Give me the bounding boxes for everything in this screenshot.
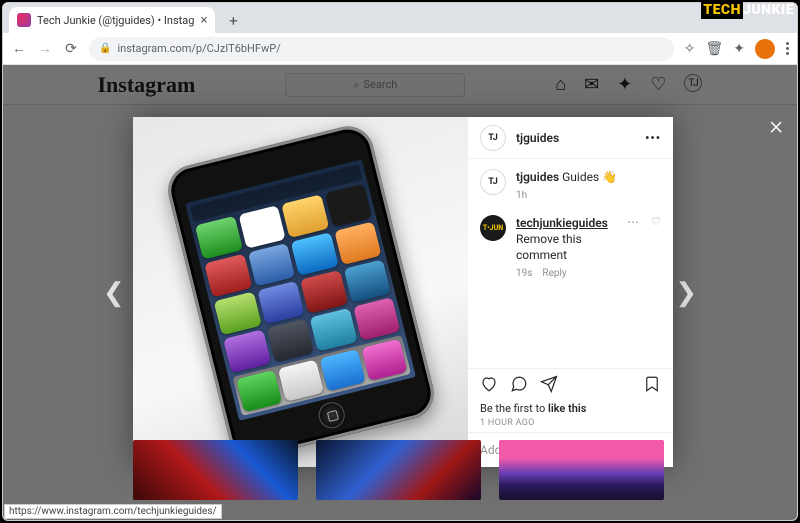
commenter-avatar[interactable]: T•JUN	[480, 215, 506, 241]
grid-thumbnail[interactable]	[499, 440, 664, 500]
profile-thumbnails	[133, 440, 664, 500]
post-header: TJ tjguides •••	[468, 117, 673, 159]
comment-row: T•JUN techjunkieguides Remove this comme…	[480, 215, 661, 281]
reload-button[interactable]: ⟳	[63, 41, 79, 57]
author-username[interactable]: tjguides	[516, 131, 559, 145]
post-lightbox: TJ tjguides ••• TJ tjguides Guides 👋 1h	[133, 117, 673, 467]
share-icon[interactable]	[540, 375, 558, 398]
post-sidebar: TJ tjguides ••• TJ tjguides Guides 👋 1h	[468, 117, 673, 467]
caption-time: 1h	[516, 189, 527, 203]
comment-time: 19s	[516, 267, 532, 281]
url-input[interactable]: 🔒 instagram.com/p/CJzIT6bHFwP/	[89, 37, 674, 61]
watermark-logo: TECHJUNKIE	[701, 2, 794, 18]
trash-extension-icon[interactable]: 🗑	[705, 41, 723, 57]
lock-icon: 🔒	[99, 43, 111, 54]
comment-text: Remove this comment	[516, 232, 582, 262]
post-image	[133, 117, 468, 467]
share-icon[interactable]: ✧	[684, 41, 696, 57]
page-content: Instagram ⌕ Search ⌂ ✉ ✦ ♡ TJ tjguides E…	[3, 65, 797, 520]
instagram-favicon	[17, 13, 31, 27]
likes-text[interactable]: Be the first to like this	[480, 402, 661, 415]
comment-options-icon[interactable]: ⋯	[627, 215, 639, 229]
post-time: 1 HOUR AGO	[480, 418, 661, 428]
grid-thumbnail[interactable]	[133, 440, 298, 500]
browser-tab[interactable]: Tech Junkie (@tjguides) • Instag ×	[9, 7, 215, 33]
browser-window: Tech Junkie (@tjguides) • Instag × + ← →…	[2, 2, 798, 521]
caption-avatar[interactable]: TJ	[480, 169, 506, 195]
puzzle-extension-icon[interactable]: ✦	[733, 41, 745, 57]
author-avatar[interactable]: TJ	[480, 125, 506, 151]
commenter-username[interactable]: techjunkieguides	[516, 216, 608, 230]
caption-username[interactable]: tjguides	[516, 170, 559, 184]
forward-button[interactable]: →	[37, 40, 53, 57]
address-bar: ← → ⟳ 🔒 instagram.com/p/CJzIT6bHFwP/ ✧ 🗑…	[3, 33, 797, 65]
close-tab-icon[interactable]: ×	[200, 13, 207, 28]
comment-icon[interactable]	[510, 375, 528, 398]
extension-icons: ✧ 🗑 ✦	[684, 39, 789, 59]
post-actions: Be the first to like this 1 HOUR AGO	[468, 368, 673, 432]
grid-thumbnail[interactable]	[316, 440, 481, 500]
next-post-chevron-icon[interactable]: ❯	[675, 278, 697, 308]
back-button[interactable]: ←	[11, 40, 27, 57]
iphone-image	[162, 121, 438, 463]
bookmark-icon[interactable]	[643, 375, 661, 398]
comment-reply-button[interactable]: Reply	[542, 267, 566, 281]
chrome-menu-icon[interactable]	[785, 42, 789, 55]
url-text: instagram.com/p/CJzIT6bHFwP/	[117, 42, 280, 55]
chrome-profile-avatar[interactable]	[755, 39, 775, 59]
caption-row: TJ tjguides Guides 👋 1h	[480, 169, 661, 203]
new-tab-button[interactable]: +	[221, 9, 245, 33]
status-bar-url: https://www.instagram.com/techjunkieguid…	[4, 504, 222, 519]
post-options-icon[interactable]: •••	[645, 131, 661, 145]
like-icon[interactable]	[480, 375, 498, 398]
like-comment-icon[interactable]: ♡	[651, 215, 661, 228]
tab-strip: Tech Junkie (@tjguides) • Instag × +	[3, 3, 797, 33]
comments-section: TJ tjguides Guides 👋 1h T•JUN techjunkie…	[468, 159, 673, 368]
caption-text: Guides 👋	[562, 170, 617, 184]
close-modal-icon[interactable]: ×	[769, 111, 783, 141]
prev-post-chevron-icon[interactable]: ❮	[103, 278, 125, 308]
tab-title: Tech Junkie (@tjguides) • Instag	[37, 14, 194, 27]
